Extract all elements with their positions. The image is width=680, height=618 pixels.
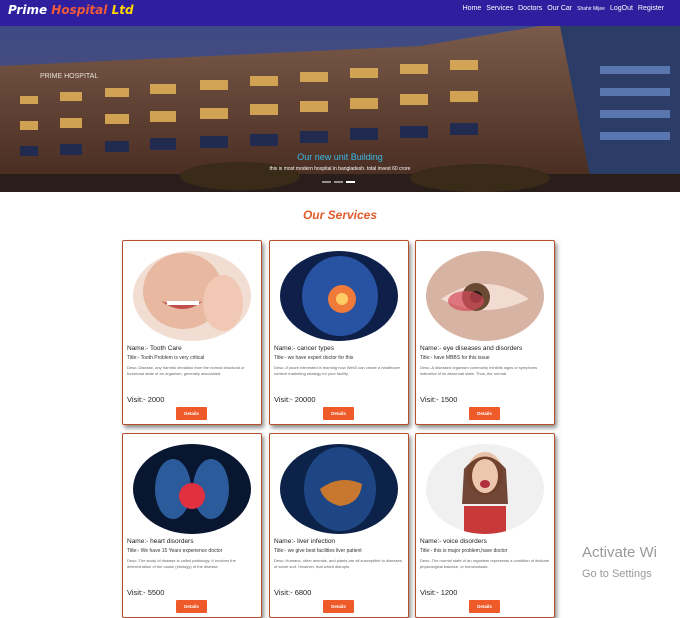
service-card-eye-diseases: Name:- eye diseases and disorders Title:… <box>415 240 555 425</box>
brand-word-hospital: Hospital <box>51 3 108 17</box>
details-button[interactable]: Details <box>176 407 207 420</box>
service-card-tooth-care: Name:- Tooth Care Title:- Tooth Problem … <box>122 240 262 425</box>
service-description: Desc:-A diseased organism commonly exhib… <box>420 365 538 376</box>
service-title: Title:- We have 15 Years experience doct… <box>127 548 223 554</box>
details-button[interactable]: Details <box>323 407 354 420</box>
eye-image <box>426 251 544 341</box>
service-title: Title:- this is major problem,have docto… <box>420 548 508 554</box>
service-description: Desc:-If youre interested in learning ho… <box>274 365 400 376</box>
service-title: Title:- we have expert doctor for this <box>274 355 354 361</box>
service-title: Title:- have MBBS for this issue <box>420 355 490 361</box>
go-to-settings-watermark: Go to Settings <box>582 568 652 580</box>
service-card-heart-disorders: Name:- heart disorders Title:- We have 1… <box>122 433 262 618</box>
service-title: Title:- we give best facilities liver pa… <box>274 548 362 554</box>
hero-carousel[interactable]: PRIME HOSPITAL Our new unit Building thi… <box>0 26 680 192</box>
hero-caption-title: Our new unit Building <box>297 152 383 162</box>
navbar: Prime Hospital Ltd Home Services Doctors… <box>0 0 680 26</box>
nav-links: Home Services Doctors Our Car Shahir Mij… <box>463 5 664 12</box>
carousel-indicators <box>322 181 355 183</box>
nav-link-doctors[interactable]: Doctors <box>518 5 542 12</box>
heart-image <box>133 444 251 534</box>
voice-image <box>426 444 544 534</box>
nav-link-home[interactable]: Home <box>463 5 482 12</box>
service-card-liver-infection: Name:- liver infection Title:- we give b… <box>269 433 409 618</box>
service-name: Name:- eye diseases and disorders <box>420 345 523 352</box>
service-name: Name:- Tooth Care <box>127 345 182 352</box>
hero-caption-text: this is most modern hospital in banglade… <box>269 166 411 172</box>
service-visit-fee: Visit:- 2000 <box>127 395 165 404</box>
service-card-cancer-types: Name:- cancer types Title:- we have expe… <box>269 240 409 425</box>
service-name: Name:- liver infection <box>274 538 336 545</box>
service-visit-fee: Visit:- 5500 <box>127 588 165 597</box>
service-description: Desc:-The study of disease is called pat… <box>127 558 236 569</box>
service-name: Name:- voice disorders <box>420 538 487 545</box>
activate-windows-watermark: Activate Wi <box>582 544 658 561</box>
service-visit-fee: Visit:- 6800 <box>274 588 312 597</box>
service-name: Name:- cancer types <box>274 345 334 352</box>
nav-link-our-car[interactable]: Our Car <box>547 5 572 12</box>
nav-user-name[interactable]: Shahir Mijee <box>577 6 605 12</box>
carousel-indicator-3[interactable] <box>346 181 355 183</box>
service-description: Desc:-The normal state of an organism re… <box>420 558 549 569</box>
carousel-indicator-2[interactable] <box>334 181 343 183</box>
brand-logo[interactable]: Prime Hospital Ltd <box>8 3 134 17</box>
services-heading: Our Services <box>302 208 378 222</box>
nav-link-services[interactable]: Services <box>486 5 513 12</box>
service-title: Title:- Tooth Problem is very critical <box>127 355 205 361</box>
tooth-pain-image <box>133 251 251 341</box>
service-description: Desc:-Humans, other animals, and plants … <box>274 558 402 569</box>
cancer-image <box>280 251 398 341</box>
service-visit-fee: Visit:- 20000 <box>274 395 316 404</box>
service-visit-fee: Visit:- 1200 <box>420 588 458 597</box>
brand-word-prime: Prime <box>8 3 48 17</box>
service-name: Name:- heart disorders <box>127 538 194 545</box>
service-card-voice-disorders: Name:- voice disorders Title:- this is m… <box>415 433 555 618</box>
carousel-indicator-1[interactable] <box>322 181 331 183</box>
service-description: Desc:-Disease, any harmful deviation fro… <box>127 365 245 376</box>
liver-image <box>280 444 398 534</box>
brand-word-ltd: Ltd <box>111 3 134 17</box>
nav-link-register[interactable]: Register <box>638 5 664 12</box>
details-button[interactable]: Details <box>469 407 500 420</box>
nav-link-logout[interactable]: LogOut <box>610 5 633 12</box>
service-visit-fee: Visit:- 1500 <box>420 395 458 404</box>
hero-building-sign: PRIME HOSPITAL <box>40 73 98 80</box>
